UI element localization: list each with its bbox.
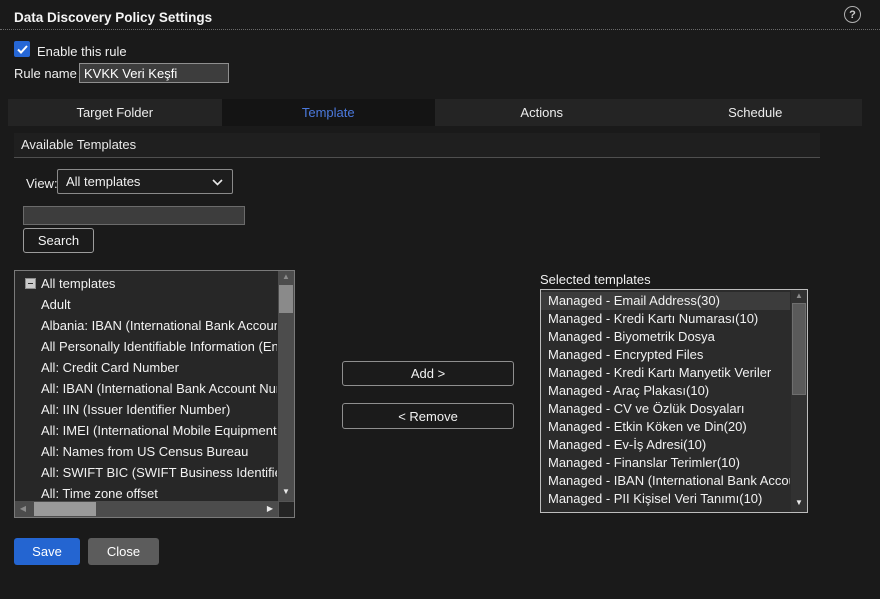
selected-template-label: Managed - Encrypted Files [548,347,703,362]
horizontal-scroll-thumb[interactable] [34,502,96,516]
scrollbar-corner [278,501,294,517]
tab-bar: Target Folder Template Actions Schedule [8,99,862,126]
available-template-label: Adult [41,297,71,312]
data-discovery-policy-dialog: Data Discovery Policy Settings ? Enable … [0,0,880,599]
available-templates-header: Available Templates [14,133,820,158]
available-template-item[interactable]: All: Credit Card Number [15,357,277,378]
selected-templates-listbox: Managed - Email Address(30) Managed - Kr… [540,289,808,513]
available-template-item[interactable]: All: IBAN (International Bank Account Nu… [15,378,277,399]
selected-template-item[interactable]: Managed - Encrypted Files [541,346,790,364]
selected-template-item[interactable]: Managed - Araç Plakası(10) [541,382,790,400]
available-template-label: All: IIN (Issuer Identifier Number) [41,402,230,417]
chevron-down-icon [212,179,223,186]
available-template-item[interactable]: All: IMEI (International Mobile Equipmen… [15,420,277,441]
available-template-item[interactable]: All: Time zone offset [15,483,277,500]
available-templates-list: All templates Adult Albania: IBAN (Inter… [15,273,277,500]
enable-rule-checkbox[interactable] [14,41,30,57]
scroll-up-icon[interactable]: ▲ [278,273,294,285]
scroll-down-icon[interactable]: ▼ [791,499,807,511]
search-button-label: Search [38,233,79,248]
selected-template-label: Managed - IBAN (International Bank Accou… [548,473,790,488]
available-template-label: All: IMEI (International Mobile Equipmen… [41,423,277,438]
selected-template-item[interactable]: Managed - IBAN (International Bank Accou… [541,472,790,490]
available-template-label: All Personally Identifiable Information … [41,339,277,354]
selected-template-label: Managed - Kredi Kartı Numarası(10) [548,311,758,326]
remove-button-label: < Remove [398,409,458,424]
vertical-scrollbar[interactable]: ▲ ▼ [278,271,294,501]
selected-template-item[interactable]: Managed - Biyometrik Dosya [541,328,790,346]
search-button[interactable]: Search [23,228,94,253]
enable-rule-label: Enable this rule [37,44,127,59]
available-template-label: All: SWIFT BIC (SWIFT Business Identifie… [41,465,277,480]
available-template-label: Albania: IBAN (International Bank Accoun… [41,318,277,333]
tab-target-folder[interactable]: Target Folder [8,99,222,126]
available-template-label: All templates [41,276,115,291]
selected-template-label: Managed - CV ve Özlük Dosyaları [548,401,745,416]
selected-template-item[interactable]: Managed - Ev-İş Adresi(10) [541,436,790,454]
close-button-label: Close [107,544,140,559]
close-button[interactable]: Close [88,538,159,565]
available-template-item[interactable]: All: Names from US Census Bureau [15,441,277,462]
available-template-label: All: Credit Card Number [41,360,179,375]
selected-template-item[interactable]: Managed - PII Kişisel Veri Tanımı(10) [541,490,790,508]
selected-templates-label: Selected templates [540,272,651,287]
available-template-label: All: Time zone offset [41,486,158,500]
add-button-label: Add > [411,366,445,381]
available-template-item[interactable]: Adult [15,294,277,315]
add-button[interactable]: Add > [342,361,514,386]
available-template-label: All: Names from US Census Bureau [41,444,248,459]
selected-template-label: Managed - Kredi Kartı Manyetik Veriler [548,365,771,380]
selected-template-label: Managed - PII Kişisel Veri Tanımı(10) [548,491,762,506]
selected-template-item[interactable]: Managed - Email Address(30) [541,292,790,310]
save-button-label: Save [32,544,62,559]
remove-button[interactable]: < Remove [342,403,514,429]
selected-template-item[interactable]: Managed - Finanslar Terimler(10) [541,454,790,472]
view-select[interactable]: All templates [57,169,233,194]
search-input[interactable] [23,206,245,225]
available-template-label: All: IBAN (International Bank Account Nu… [41,381,277,396]
help-icon-glyph: ? [849,9,856,21]
vertical-scrollbar[interactable]: ▲ ▼ [791,290,807,512]
selected-template-label: Managed - Email Address(30) [548,293,720,308]
selected-template-item[interactable]: Managed - CV ve Özlük Dosyaları [541,400,790,418]
selected-template-label: Managed - Finanslar Terimler(10) [548,455,740,470]
view-label: View: [26,176,58,191]
available-template-item[interactable]: All: IIN (Issuer Identifier Number) [15,399,277,420]
scroll-right-icon[interactable]: ▶ [262,505,278,517]
available-templates-listbox: All templates Adult Albania: IBAN (Inter… [14,270,295,518]
available-template-item[interactable]: All: SWIFT BIC (SWIFT Business Identifie… [15,462,277,483]
tab-actions[interactable]: Actions [435,99,649,126]
view-select-value: All templates [66,174,140,189]
selected-template-item[interactable]: Managed - Etkin Köken ve Din(20) [541,418,790,436]
horizontal-scrollbar[interactable]: ◀ ▶ [15,501,278,517]
selected-template-label: Managed - Etkin Köken ve Din(20) [548,419,747,434]
rule-name-label: Rule name : [14,66,84,81]
help-icon[interactable]: ? [844,6,861,23]
tree-collapse-icon[interactable] [25,278,36,289]
vertical-scroll-thumb[interactable] [792,303,806,395]
selected-template-item[interactable]: Managed - Kredi Kartı Manyetik Veriler [541,364,790,382]
available-template-item[interactable]: Albania: IBAN (International Bank Accoun… [15,315,277,336]
scroll-left-icon[interactable]: ◀ [15,505,31,517]
vertical-scroll-thumb[interactable] [279,285,293,313]
header-divider [0,29,880,30]
selected-template-label: Managed - Biyometrik Dosya [548,329,715,344]
checkmark-icon [17,45,28,54]
selected-template-item[interactable]: Managed - Kredi Kartı Numarası(10) [541,310,790,328]
selected-template-label: Managed - Ev-İş Adresi(10) [548,437,706,452]
available-template-item[interactable]: All Personally Identifiable Information … [15,336,277,357]
selected-templates-list: Managed - Email Address(30) Managed - Kr… [541,292,790,512]
save-button[interactable]: Save [14,538,80,565]
tab-template[interactable]: Template [222,99,436,126]
rule-name-input[interactable] [79,63,229,83]
scroll-down-icon[interactable]: ▼ [278,488,294,500]
selected-template-label: Managed - Araç Plakası(10) [548,383,709,398]
page-title: Data Discovery Policy Settings [14,10,212,25]
tab-schedule[interactable]: Schedule [649,99,863,126]
available-template-item[interactable]: All templates [15,273,277,294]
